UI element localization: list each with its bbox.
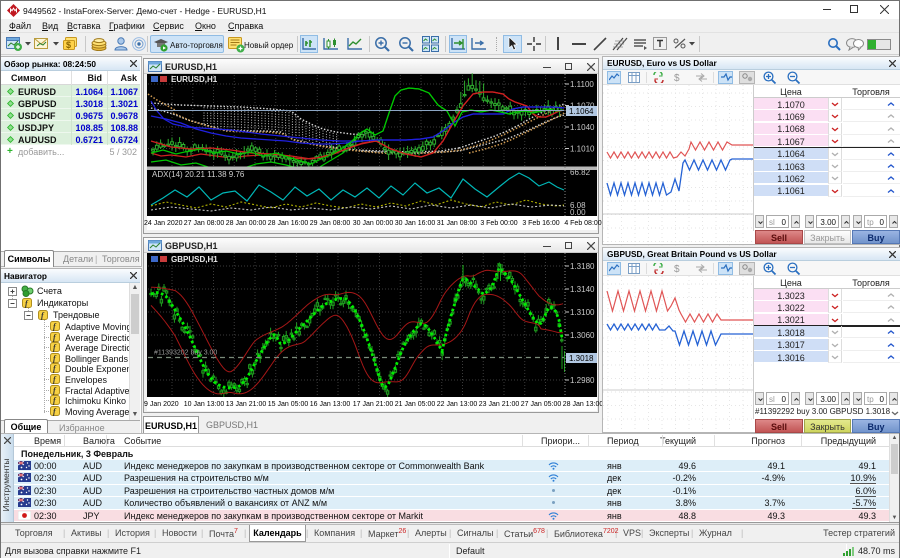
svg-text:23 Jan 21:00: 23 Jan 21:00	[479, 401, 520, 408]
svg-text:$: $	[674, 264, 680, 274]
svg-text:29 Jan 08:00: 29 Jan 08:00	[310, 220, 351, 227]
svg-text:1.3140: 1.3140	[570, 285, 595, 294]
svg-text:$: $	[674, 73, 680, 83]
svg-text:EURUSD,H1: EURUSD,H1	[171, 75, 218, 84]
svg-text:ADX(14) 20.21 11.38 9.76: ADX(14) 20.21 11.38 9.76	[152, 170, 245, 179]
svg-text:1.2980: 1.2980	[570, 376, 595, 385]
svg-text:1.1010: 1.1010	[570, 145, 595, 154]
svg-text:1.1064: 1.1064	[569, 107, 594, 116]
svg-text:66.82: 66.82	[570, 168, 591, 177]
svg-text:28 Jan 16:00: 28 Jan 16:00	[268, 220, 309, 227]
svg-text:28 Jan 13:00: 28 Jan 13:00	[563, 401, 604, 408]
svg-text:#11393202 buy 3.00: #11393202 buy 3.00	[154, 350, 217, 357]
svg-text:24 Jan 2020: 24 Jan 2020	[144, 220, 183, 227]
svg-text:22 Jan 13:00: 22 Jan 13:00	[437, 401, 478, 408]
svg-text:15 Jan 05:00: 15 Jan 05:00	[268, 401, 309, 408]
svg-text:16 Jan 13:00: 16 Jan 13:00	[310, 401, 351, 408]
svg-text:1.1100: 1.1100	[570, 80, 594, 89]
svg-text:3 Feb 16:00: 3 Feb 16:00	[522, 220, 559, 227]
svg-text:1.3018: 1.3018	[569, 354, 594, 363]
svg-text:27 Jan 05:00: 27 Jan 05:00	[521, 401, 562, 408]
svg-text:1.1040: 1.1040	[570, 123, 595, 132]
svg-text:31 Jan 08:00: 31 Jan 08:00	[437, 220, 478, 227]
svg-text:28 Jan 00:00: 28 Jan 00:00	[226, 220, 267, 227]
svg-text:0.00: 0.00	[570, 208, 586, 217]
svg-text:3 Feb 00:00: 3 Feb 00:00	[480, 220, 517, 227]
svg-text:9 Jan 2020: 9 Jan 2020	[144, 401, 179, 408]
svg-text:1.3060: 1.3060	[570, 331, 595, 340]
svg-text:30 Jan 00:00: 30 Jan 00:00	[353, 220, 394, 227]
svg-text:21 Jan 05:00: 21 Jan 05:00	[395, 401, 436, 408]
svg-text:1.3180: 1.3180	[570, 262, 595, 271]
svg-text:4 Feb 08:00: 4 Feb 08:00	[564, 220, 601, 227]
svg-text:13 Jan 21:00: 13 Jan 21:00	[226, 401, 267, 408]
svg-text:10 Jan 13:00: 10 Jan 13:00	[184, 401, 225, 408]
svg-text:27 Jan 08:00: 27 Jan 08:00	[184, 220, 225, 227]
svg-text:GBPUSD,H1: GBPUSD,H1	[171, 255, 218, 264]
svg-text:17 Jan 21:00: 17 Jan 21:00	[353, 401, 394, 408]
svg-text:30 Jan 16:00: 30 Jan 16:00	[395, 220, 436, 227]
svg-text:1.3100: 1.3100	[570, 308, 595, 317]
